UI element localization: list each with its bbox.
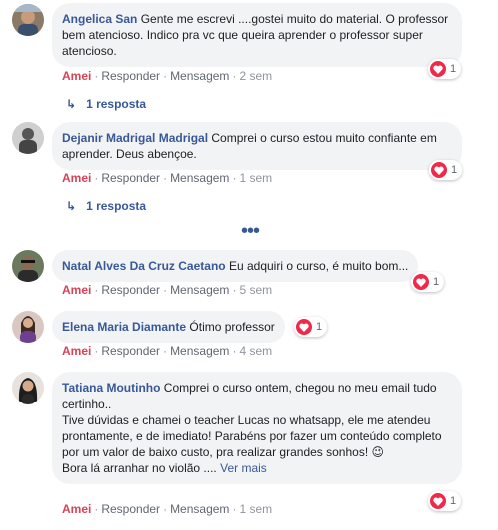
replies-count: 1 resposta xyxy=(86,199,147,213)
comment-bubble: Tatiana Moutinho Comprei o curso ontem, … xyxy=(52,372,462,484)
comment-line: Bora lá arranhar no violão .... Ver mais xyxy=(62,460,452,476)
comment-author[interactable]: Angelica San xyxy=(62,12,137,26)
comment-line: Tatiana Moutinho Comprei o curso ontem, … xyxy=(62,380,452,412)
comment-bubble: Elena Maria Diamante Ótimo professor xyxy=(52,311,285,343)
replies-count: 1 resposta xyxy=(86,97,147,111)
comment-bubble: Dejanir Madrigal Madrigal Comprei o curs… xyxy=(52,122,462,170)
avatar[interactable] xyxy=(12,122,44,154)
avatar[interactable] xyxy=(12,311,44,343)
reaction-number: 1 xyxy=(316,321,323,333)
love-button[interactable]: Amei xyxy=(62,171,91,185)
reaction-number: 1 xyxy=(450,63,457,75)
reaction-count[interactable]: 1 xyxy=(428,59,462,79)
heart-icon xyxy=(296,319,312,335)
love-button[interactable]: Amei xyxy=(62,344,91,358)
reply-button[interactable]: Responder xyxy=(101,283,160,297)
timestamp[interactable]: 5 sem xyxy=(239,283,272,297)
message-button[interactable]: Mensagem xyxy=(170,344,229,358)
comment-text: Bora lá arranhar no violão .... xyxy=(62,461,217,475)
avatar[interactable] xyxy=(12,372,44,404)
message-button[interactable]: Mensagem xyxy=(170,69,229,83)
comment-author[interactable]: Tatiana Moutinho xyxy=(62,381,160,395)
comment-author[interactable]: Elena Maria Diamante xyxy=(62,320,186,334)
timestamp[interactable]: 1 sem xyxy=(239,171,272,185)
heart-icon xyxy=(430,493,446,509)
love-button[interactable]: Amei xyxy=(62,502,91,516)
reply-arrow-icon: ↳ xyxy=(66,97,77,111)
love-button[interactable]: Amei xyxy=(62,69,91,83)
reaction-number: 1 xyxy=(451,164,458,176)
message-button[interactable]: Mensagem xyxy=(170,502,229,516)
heart-icon xyxy=(430,61,446,77)
message-button[interactable]: Mensagem xyxy=(170,283,229,297)
more-dots-icon[interactable]: ••• xyxy=(241,221,260,241)
comment-actions: Amei · Responder · Mensagem · 5 sem xyxy=(62,283,273,297)
view-replies-link[interactable]: ↳ 1 resposta xyxy=(66,96,146,112)
reply-button[interactable]: Responder xyxy=(101,69,160,83)
view-replies-link[interactable]: ↳ 1 resposta xyxy=(66,198,146,214)
timestamp[interactable]: 1 sem xyxy=(239,502,272,516)
comment-text: Ótimo professor xyxy=(189,320,275,334)
comment-text: Eu adquiri o curso, é muito bom... xyxy=(228,259,409,273)
reaction-number: 1 xyxy=(433,276,440,288)
comment-author[interactable]: Natal Alves Da Cruz Caetano xyxy=(62,259,226,273)
reply-button[interactable]: Responder xyxy=(101,171,160,185)
reaction-number: 1 xyxy=(450,495,457,507)
heart-icon xyxy=(431,162,447,178)
heart-icon xyxy=(413,274,429,290)
timestamp[interactable]: 2 sem xyxy=(239,69,272,83)
timestamp[interactable]: 4 sem xyxy=(239,344,272,358)
comment-actions: Amei · Responder · Mensagem · 4 sem xyxy=(62,344,273,358)
reaction-count[interactable]: 1 xyxy=(411,272,445,292)
reply-arrow-icon: ↳ xyxy=(66,199,77,213)
see-more-link[interactable]: Ver mais xyxy=(220,461,267,475)
comment-actions: Amei · Responder · Mensagem · 1 sem xyxy=(62,171,273,185)
avatar[interactable] xyxy=(12,4,44,36)
comment-text: Tive dúvidas e chamei o teacher Lucas no… xyxy=(62,413,442,459)
comment-actions: Amei · Responder · Mensagem · 2 sem xyxy=(62,69,273,83)
reply-button[interactable]: Responder xyxy=(101,502,160,516)
reaction-count[interactable]: 1 xyxy=(294,317,328,337)
reply-button[interactable]: Responder xyxy=(101,344,160,358)
comment-bubble: Angelica San Gente me escrevi ....gostei… xyxy=(52,3,462,67)
message-button[interactable]: Mensagem xyxy=(170,171,229,185)
comment-actions: Amei · Responder · Mensagem · 1 sem xyxy=(62,502,273,516)
avatar[interactable] xyxy=(12,250,44,282)
reaction-count[interactable]: 1 xyxy=(428,491,462,511)
love-button[interactable]: Amei xyxy=(62,283,91,297)
comment-author[interactable]: Dejanir Madrigal Madrigal xyxy=(62,131,208,145)
reaction-count[interactable]: 1 xyxy=(429,160,463,180)
comment-bubble: Natal Alves Da Cruz Caetano Eu adquiri o… xyxy=(52,250,419,282)
